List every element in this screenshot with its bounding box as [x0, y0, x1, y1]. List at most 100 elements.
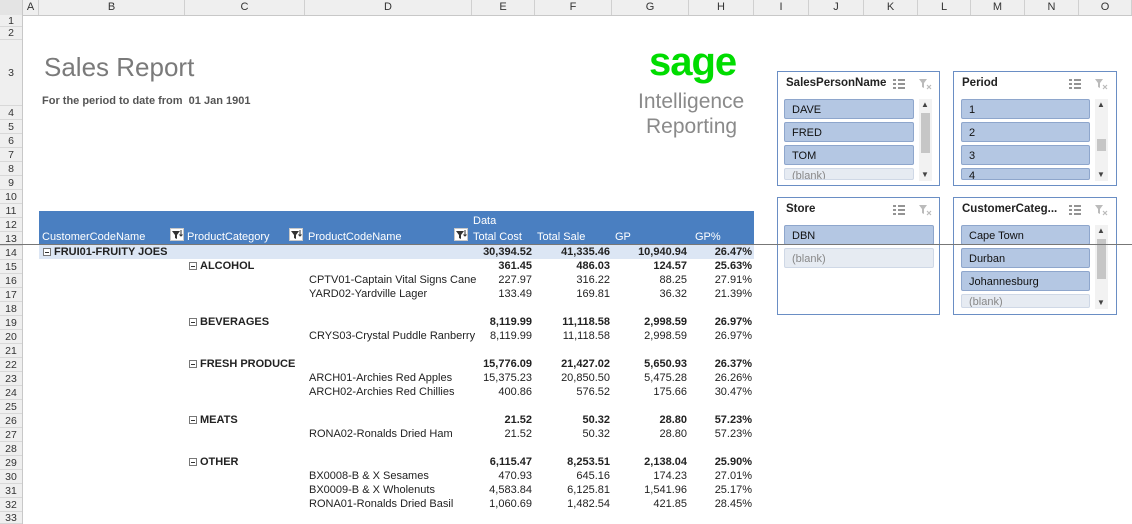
slicer-item[interactable]: DAVE [784, 99, 914, 119]
clear-filter-icon[interactable] [1095, 204, 1108, 216]
product-name[interactable]: RONA02-Ronalds Dried Ham [309, 427, 453, 441]
product-name[interactable]: BX0008-B & X Sesames [309, 469, 429, 483]
header-product-category[interactable]: ProductCategory [187, 231, 270, 243]
row-header[interactable]: 15 [0, 260, 22, 274]
clear-filter-icon[interactable] [1095, 78, 1108, 90]
slicer-scrollbar[interactable]: ▲ ▼ [1095, 99, 1108, 181]
row-header[interactable]: 26 [0, 414, 22, 428]
slicer-item[interactable]: (blank) [961, 294, 1090, 308]
row-header[interactable]: 28 [0, 442, 22, 456]
row-header[interactable]: 16 [0, 274, 22, 288]
column-header-j[interactable]: J [809, 0, 864, 15]
scroll-down-icon[interactable]: ▼ [1097, 170, 1105, 180]
row-header[interactable]: 17 [0, 288, 22, 302]
row-header[interactable]: 30 [0, 470, 22, 484]
slicer-item[interactable]: (blank) [784, 248, 934, 268]
row-header[interactable]: 20 [0, 330, 22, 344]
row-header[interactable]: 27 [0, 428, 22, 442]
scroll-thumb[interactable] [921, 113, 930, 153]
collapse-icon[interactable] [189, 458, 197, 466]
row-header[interactable]: 31 [0, 484, 22, 498]
slicer-item[interactable]: 1 [961, 99, 1090, 119]
row-header[interactable]: 14 [0, 246, 22, 260]
row-header[interactable]: 22 [0, 358, 22, 372]
slicer-item[interactable]: FRED [784, 122, 914, 142]
slicer-item[interactable]: Johannesburg [961, 271, 1090, 291]
row-header[interactable]: 25 [0, 400, 22, 414]
row-header[interactable]: 4 [0, 106, 22, 120]
slicer-scrollbar[interactable]: ▲ ▼ [1095, 225, 1108, 309]
header-product-code-name[interactable]: ProductCodeName [308, 231, 402, 243]
row-header[interactable]: 18 [0, 302, 22, 316]
row-header[interactable]: 7 [0, 148, 22, 162]
multi-select-icon[interactable] [892, 204, 906, 216]
collapse-icon[interactable] [189, 360, 197, 368]
column-header-a[interactable]: A [23, 0, 39, 15]
product-name[interactable]: ARCH02-Archies Red Chillies [309, 385, 455, 399]
row-header[interactable]: 6 [0, 134, 22, 148]
slicer-item[interactable]: 2 [961, 122, 1090, 142]
column-header-m[interactable]: M [971, 0, 1025, 15]
row-header[interactable]: 1 [0, 15, 22, 27]
multi-select-icon[interactable] [1068, 78, 1082, 90]
column-header-c[interactable]: C [185, 0, 305, 15]
product-name[interactable]: CPTV01-Captain Vital Signs Cane [309, 273, 476, 287]
collapse-icon[interactable] [189, 318, 197, 326]
column-header-i[interactable]: I [754, 0, 809, 15]
multi-select-icon[interactable] [892, 78, 906, 90]
row-header[interactable]: 32 [0, 498, 22, 512]
customer-filter-button[interactable] [170, 228, 184, 241]
category-label[interactable]: FRESH PRODUCE [189, 357, 295, 371]
column-header-e[interactable]: E [472, 0, 535, 15]
multi-select-icon[interactable] [1068, 204, 1082, 216]
row-header[interactable]: 23 [0, 372, 22, 386]
customer-name[interactable]: FRUI01-FRUITY JOES [43, 245, 168, 259]
scroll-thumb[interactable] [1097, 139, 1106, 151]
column-header-g[interactable]: G [612, 0, 689, 15]
slicer-item[interactable]: TOM [784, 145, 914, 165]
slicer-item[interactable]: 4 [961, 168, 1090, 180]
scroll-down-icon[interactable]: ▼ [921, 170, 929, 180]
slicer-item[interactable]: Durban [961, 248, 1090, 268]
column-header-h[interactable]: H [689, 0, 754, 15]
row-header[interactable]: 21 [0, 344, 22, 358]
row-header[interactable]: 12 [0, 218, 22, 232]
collapse-icon[interactable] [189, 262, 197, 270]
slicer-item[interactable]: (blank) [784, 168, 914, 180]
row-header[interactable]: 2 [0, 27, 22, 40]
column-header-k[interactable]: K [864, 0, 918, 15]
row-header[interactable]: 19 [0, 316, 22, 330]
product-filter-button[interactable] [454, 228, 468, 241]
row-header[interactable]: 33 [0, 512, 22, 524]
clear-filter-icon[interactable] [919, 78, 932, 90]
collapse-icon[interactable] [43, 248, 51, 256]
clear-filter-icon[interactable] [919, 204, 932, 216]
category-label[interactable]: OTHER [189, 455, 239, 469]
column-header-f[interactable]: F [535, 0, 612, 15]
scroll-up-icon[interactable]: ▲ [1097, 226, 1105, 236]
product-name[interactable]: ARCH01-Archies Red Apples [309, 371, 452, 385]
category-label[interactable]: MEATS [189, 413, 238, 427]
scroll-down-icon[interactable]: ▼ [1097, 298, 1105, 308]
row-header[interactable]: 3 [0, 40, 22, 106]
product-name[interactable]: RONA01-Ronalds Dried Basil [309, 497, 453, 511]
row-header[interactable]: 10 [0, 190, 22, 204]
select-all-corner[interactable] [0, 0, 23, 15]
slicer-item[interactable]: Cape Town [961, 225, 1090, 245]
category-label[interactable]: ALCOHOL [189, 259, 254, 273]
slicer-item[interactable]: 3 [961, 145, 1090, 165]
scroll-thumb[interactable] [1097, 239, 1106, 279]
row-header[interactable]: 5 [0, 120, 22, 134]
slicer-scrollbar[interactable]: ▲ ▼ [919, 99, 932, 181]
product-name[interactable]: CRYS03-Crystal Puddle Ranberry [309, 329, 475, 343]
column-header-n[interactable]: N [1025, 0, 1079, 15]
row-header[interactable]: 29 [0, 456, 22, 470]
column-header-b[interactable]: B [39, 0, 185, 15]
collapse-icon[interactable] [189, 416, 197, 424]
category-label[interactable]: BEVERAGES [189, 315, 269, 329]
column-header-l[interactable]: L [918, 0, 971, 15]
header-customer-code-name[interactable]: CustomerCodeName [42, 231, 145, 243]
scroll-up-icon[interactable]: ▲ [1097, 100, 1105, 110]
row-header[interactable]: 24 [0, 386, 22, 400]
row-header[interactable]: 9 [0, 176, 22, 190]
